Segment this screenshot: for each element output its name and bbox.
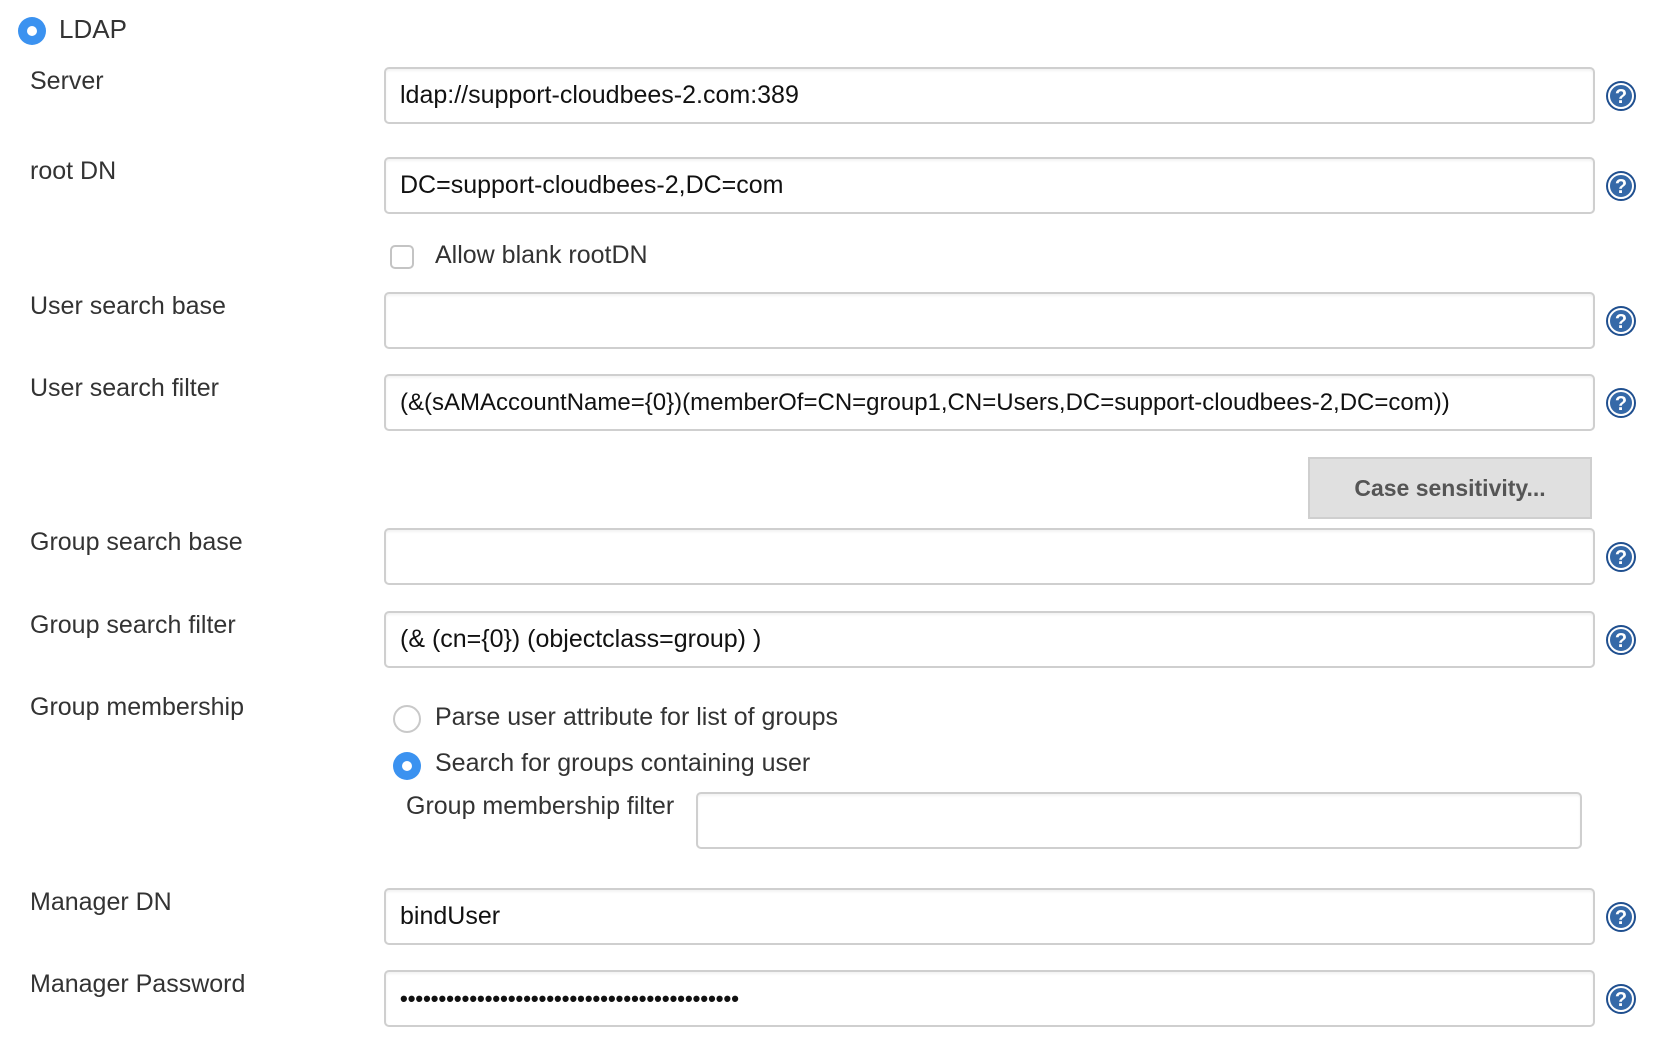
server-label: Server bbox=[30, 67, 104, 95]
group-membership-filter-input[interactable] bbox=[696, 792, 1582, 849]
svg-text:?: ? bbox=[1615, 907, 1627, 929]
search-groups-radio[interactable] bbox=[393, 752, 421, 780]
svg-text:?: ? bbox=[1615, 86, 1627, 108]
allow-blank-root-dn-checkbox[interactable] bbox=[390, 245, 414, 269]
help-icon[interactable]: ? bbox=[1605, 80, 1637, 112]
root-dn-label: root DN bbox=[30, 157, 117, 185]
help-icon[interactable]: ? bbox=[1605, 624, 1637, 656]
group-membership-filter-label: Group membership filter bbox=[406, 792, 675, 820]
svg-text:?: ? bbox=[1615, 393, 1627, 415]
help-icon[interactable]: ? bbox=[1605, 983, 1637, 1015]
svg-text:?: ? bbox=[1615, 989, 1627, 1011]
group-search-filter-input[interactable]: (& (cn={0}) (objectclass=group) ) bbox=[384, 611, 1595, 668]
manager-password-input[interactable]: ••••••••••••••••••••••••••••••••••••••••… bbox=[384, 970, 1595, 1027]
group-search-filter-label: Group search filter bbox=[30, 611, 236, 639]
help-icon[interactable]: ? bbox=[1605, 387, 1637, 419]
help-icon[interactable]: ? bbox=[1605, 901, 1637, 933]
help-icon[interactable]: ? bbox=[1605, 170, 1637, 202]
ldap-label: LDAP bbox=[59, 14, 127, 44]
parse-user-attribute-label: Parse user attribute for list of groups bbox=[435, 703, 838, 731]
server-input[interactable]: ldap://support-cloudbees-2.com:389 bbox=[384, 67, 1595, 124]
svg-text:?: ? bbox=[1615, 311, 1627, 333]
manager-dn-input[interactable]: bindUser bbox=[384, 888, 1595, 945]
case-sensitivity-button[interactable]: Case sensitivity... bbox=[1308, 457, 1592, 519]
group-search-base-input[interactable] bbox=[384, 528, 1595, 585]
search-groups-label: Search for groups containing user bbox=[435, 749, 811, 777]
svg-text:?: ? bbox=[1615, 547, 1627, 569]
user-search-base-label: User search base bbox=[30, 292, 226, 320]
user-search-filter-label: User search filter bbox=[30, 374, 219, 402]
help-icon[interactable]: ? bbox=[1605, 305, 1637, 337]
manager-password-label: Manager Password bbox=[30, 970, 246, 998]
root-dn-input[interactable]: DC=support-cloudbees-2,DC=com bbox=[384, 157, 1595, 214]
svg-text:?: ? bbox=[1615, 630, 1627, 652]
svg-text:?: ? bbox=[1615, 176, 1627, 198]
user-search-base-input[interactable] bbox=[384, 292, 1595, 349]
parse-user-attribute-radio[interactable] bbox=[393, 705, 421, 733]
manager-dn-label: Manager DN bbox=[30, 888, 172, 916]
user-search-filter-input[interactable]: (&(sAMAccountName={0})(memberOf=CN=group… bbox=[384, 374, 1595, 431]
allow-blank-root-dn-label: Allow blank rootDN bbox=[435, 241, 648, 269]
help-icon[interactable]: ? bbox=[1605, 541, 1637, 573]
group-membership-label: Group membership bbox=[30, 693, 244, 721]
ldap-radio[interactable] bbox=[18, 17, 46, 45]
group-search-base-label: Group search base bbox=[30, 528, 243, 556]
